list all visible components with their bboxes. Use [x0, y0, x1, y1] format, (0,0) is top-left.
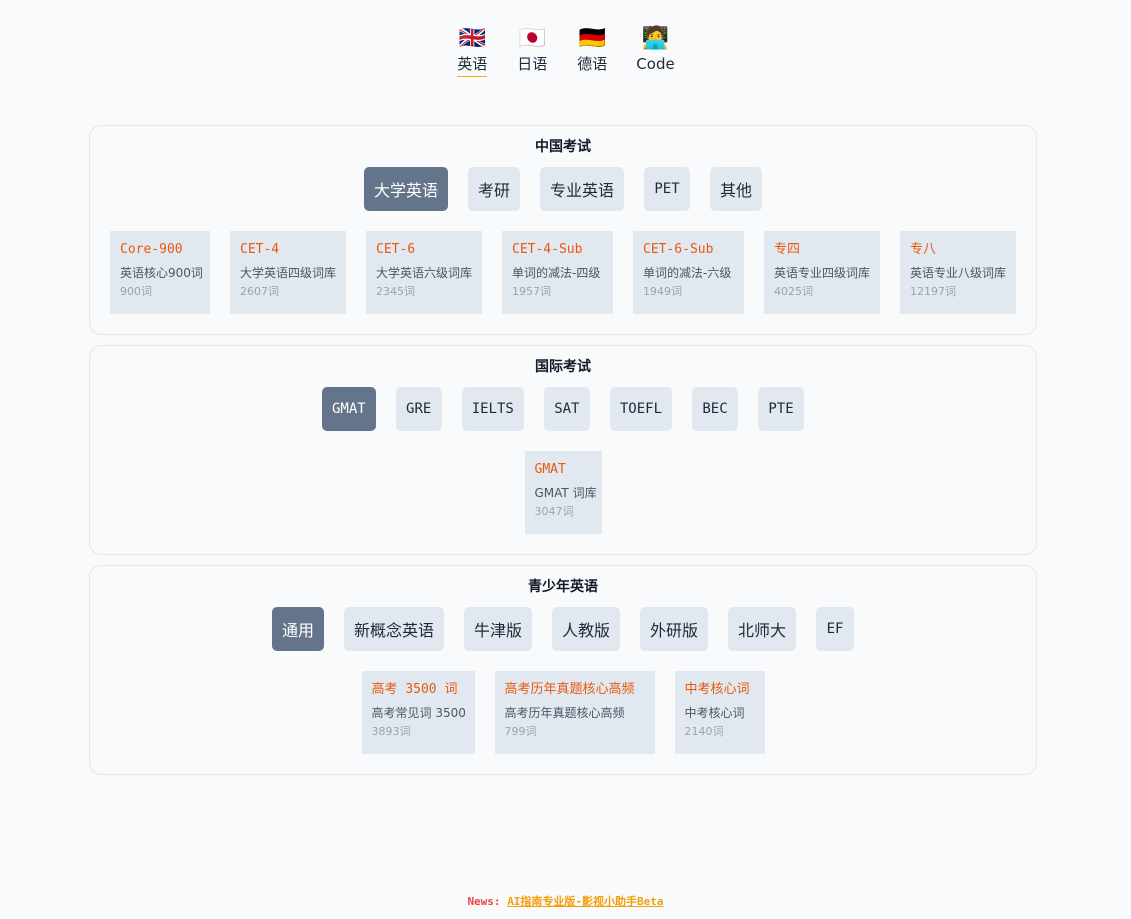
- dict-card[interactable]: 高考 3500 词 高考常见词 3500 3893词: [361, 671, 475, 754]
- tab-bnu[interactable]: 北师大: [728, 607, 797, 651]
- dict-name: CET-4-Sub: [512, 242, 583, 257]
- tab-general[interactable]: 通用: [271, 607, 324, 651]
- dict-card[interactable]: Core-900 英语核心900词 900词: [110, 231, 210, 314]
- technologist-icon: 🧑‍💻: [641, 26, 670, 51]
- tab-fltrp[interactable]: 外研版: [640, 607, 709, 651]
- tab-pte[interactable]: PTE: [758, 387, 805, 431]
- germany-flag-icon: 🇩🇪: [578, 26, 606, 51]
- dict-description: 英语专业四级词库: [774, 266, 871, 280]
- dict-word-count: 2345词: [376, 285, 415, 298]
- dictionary-cards: Core-900 英语核心900词 900词 CET-4 大学英语四级词库 26…: [90, 231, 1036, 314]
- news-prefix: News:: [467, 895, 501, 908]
- tab-toefl[interactable]: TOEFL: [609, 387, 673, 431]
- dict-description: 英语专业八级词库: [910, 266, 1007, 280]
- tab-bec[interactable]: BEC: [692, 387, 739, 431]
- lang-tab-label: 德语: [577, 55, 608, 73]
- dict-description: 单词的减法-六级: [643, 266, 732, 280]
- dict-word-count: 1957词: [512, 285, 551, 298]
- dict-name: 专八: [910, 242, 937, 257]
- lang-tab-label: 英语: [457, 54, 488, 77]
- lang-tab-label: Code: [636, 55, 675, 73]
- dict-name: 中考核心词: [684, 682, 750, 697]
- dict-description: 中考核心词: [684, 706, 745, 720]
- dict-card[interactable]: 高考历年真题核心高频 高考历年真题核心高频 799词: [494, 671, 655, 754]
- dict-card[interactable]: CET-6-Sub 单词的减法-六级 1949词: [633, 231, 744, 314]
- dict-word-count: 12197词: [910, 285, 956, 298]
- dict-card[interactable]: CET-6 大学英语六级词库 2345词: [366, 231, 482, 314]
- section-china-exams: 中国考试 大学英语 考研 专业英语 PET 其他 Core-900 英语核心90…: [89, 125, 1037, 335]
- section-title: 青少年英语: [528, 579, 598, 595]
- dict-word-count: 4025词: [774, 285, 813, 298]
- tab-sat[interactable]: SAT: [543, 387, 590, 431]
- dict-name: Core-900: [120, 242, 183, 257]
- lang-tab-english[interactable]: 🇬🇧 英语: [456, 26, 488, 77]
- dict-description: GMAT 词库: [534, 486, 597, 500]
- tab-major-english[interactable]: 专业英语: [540, 167, 625, 211]
- language-nav: 🇬🇧 英语 🇯🇵 日语 🇩🇪 德语 🧑‍💻 Code: [0, 26, 1131, 77]
- category-tabs: 大学英语 考研 专业英语 PET 其他: [90, 167, 1036, 211]
- dict-word-count: 3047词: [534, 505, 574, 518]
- dict-name: CET-4: [240, 242, 280, 257]
- dict-name: 高考历年真题核心高频: [504, 682, 635, 697]
- dict-name: 高考 3500 词: [371, 682, 458, 697]
- dict-word-count: 2140词: [684, 725, 724, 738]
- tab-college-english[interactable]: 大学英语: [363, 167, 448, 211]
- dictionary-cards: 高考 3500 词 高考常见词 3500 3893词 高考历年真题核心高频 高考…: [90, 671, 1036, 754]
- dict-description: 大学英语六级词库: [376, 266, 473, 280]
- uk-flag-icon: 🇬🇧: [458, 26, 486, 51]
- section-title: 中国考试: [535, 139, 591, 155]
- section-youth-english: 青少年英语 通用 新概念英语 牛津版 人教版 外研版 北师大 EF 高考 350…: [89, 565, 1037, 775]
- dict-description: 高考常见词 3500: [371, 706, 466, 720]
- tab-pep[interactable]: 人教版: [552, 607, 621, 651]
- category-tabs: GMAT GRE IELTS SAT TOEFL BEC PTE: [90, 387, 1036, 431]
- dict-description: 英语核心900词: [120, 266, 203, 280]
- dictionary-cards: GMAT GMAT 词库 3047词: [90, 451, 1036, 534]
- tab-ef[interactable]: EF: [816, 607, 855, 651]
- dict-word-count: 900词: [120, 285, 152, 298]
- tab-postgrad[interactable]: 考研: [467, 167, 520, 211]
- dict-card[interactable]: CET-4-Sub 单词的减法-四级 1957词: [502, 231, 613, 314]
- dict-card[interactable]: CET-4 大学英语四级词库 2607词: [230, 231, 346, 314]
- dict-name: 专四: [774, 242, 801, 257]
- tab-new-concept[interactable]: 新概念英语: [343, 607, 444, 651]
- tab-pet[interactable]: PET: [644, 167, 691, 211]
- dict-description: 单词的减法-四级: [512, 266, 601, 280]
- lang-tab-japanese[interactable]: 🇯🇵 日语: [516, 26, 548, 77]
- dict-word-count: 3893词: [371, 725, 411, 738]
- dict-name: CET-6-Sub: [643, 242, 714, 257]
- tab-gre[interactable]: GRE: [395, 387, 442, 431]
- tab-oxford[interactable]: 牛津版: [463, 607, 532, 651]
- tab-gmat[interactable]: GMAT: [321, 387, 376, 431]
- dict-word-count: 1949词: [643, 285, 682, 298]
- tab-other[interactable]: 其他: [710, 167, 763, 211]
- japan-flag-icon: 🇯🇵: [518, 26, 546, 51]
- dict-word-count: 2607词: [240, 285, 279, 298]
- dict-card[interactable]: GMAT GMAT 词库 3047词: [524, 451, 602, 534]
- dict-card[interactable]: 专四 英语专业四级词库 4025词: [764, 231, 880, 314]
- news-link[interactable]: AI指南专业版-影视小助手Beta: [507, 895, 663, 908]
- dict-card[interactable]: 中考核心词 中考核心词 2140词: [674, 671, 765, 754]
- section-international-exams: 国际考试 GMAT GRE IELTS SAT TOEFL BEC PTE GM…: [89, 345, 1037, 555]
- dict-card[interactable]: 专八 英语专业八级词库 12197词: [900, 231, 1016, 314]
- tab-ielts[interactable]: IELTS: [461, 387, 524, 431]
- lang-tab-label: 日语: [517, 55, 548, 73]
- dict-description: 高考历年真题核心高频: [504, 706, 625, 720]
- dict-name: GMAT: [534, 462, 566, 477]
- lang-tab-code[interactable]: 🧑‍💻 Code: [636, 26, 674, 77]
- lang-tab-german[interactable]: 🇩🇪 德语: [576, 26, 608, 77]
- category-tabs: 通用 新概念英语 牛津版 人教版 外研版 北师大 EF: [90, 607, 1036, 651]
- news-banner: News: AI指南专业版-影视小助手Beta: [0, 893, 1131, 909]
- dict-name: CET-6: [376, 242, 416, 257]
- section-title: 国际考试: [535, 359, 591, 375]
- dict-word-count: 799词: [504, 725, 537, 738]
- dict-description: 大学英语四级词库: [240, 266, 337, 280]
